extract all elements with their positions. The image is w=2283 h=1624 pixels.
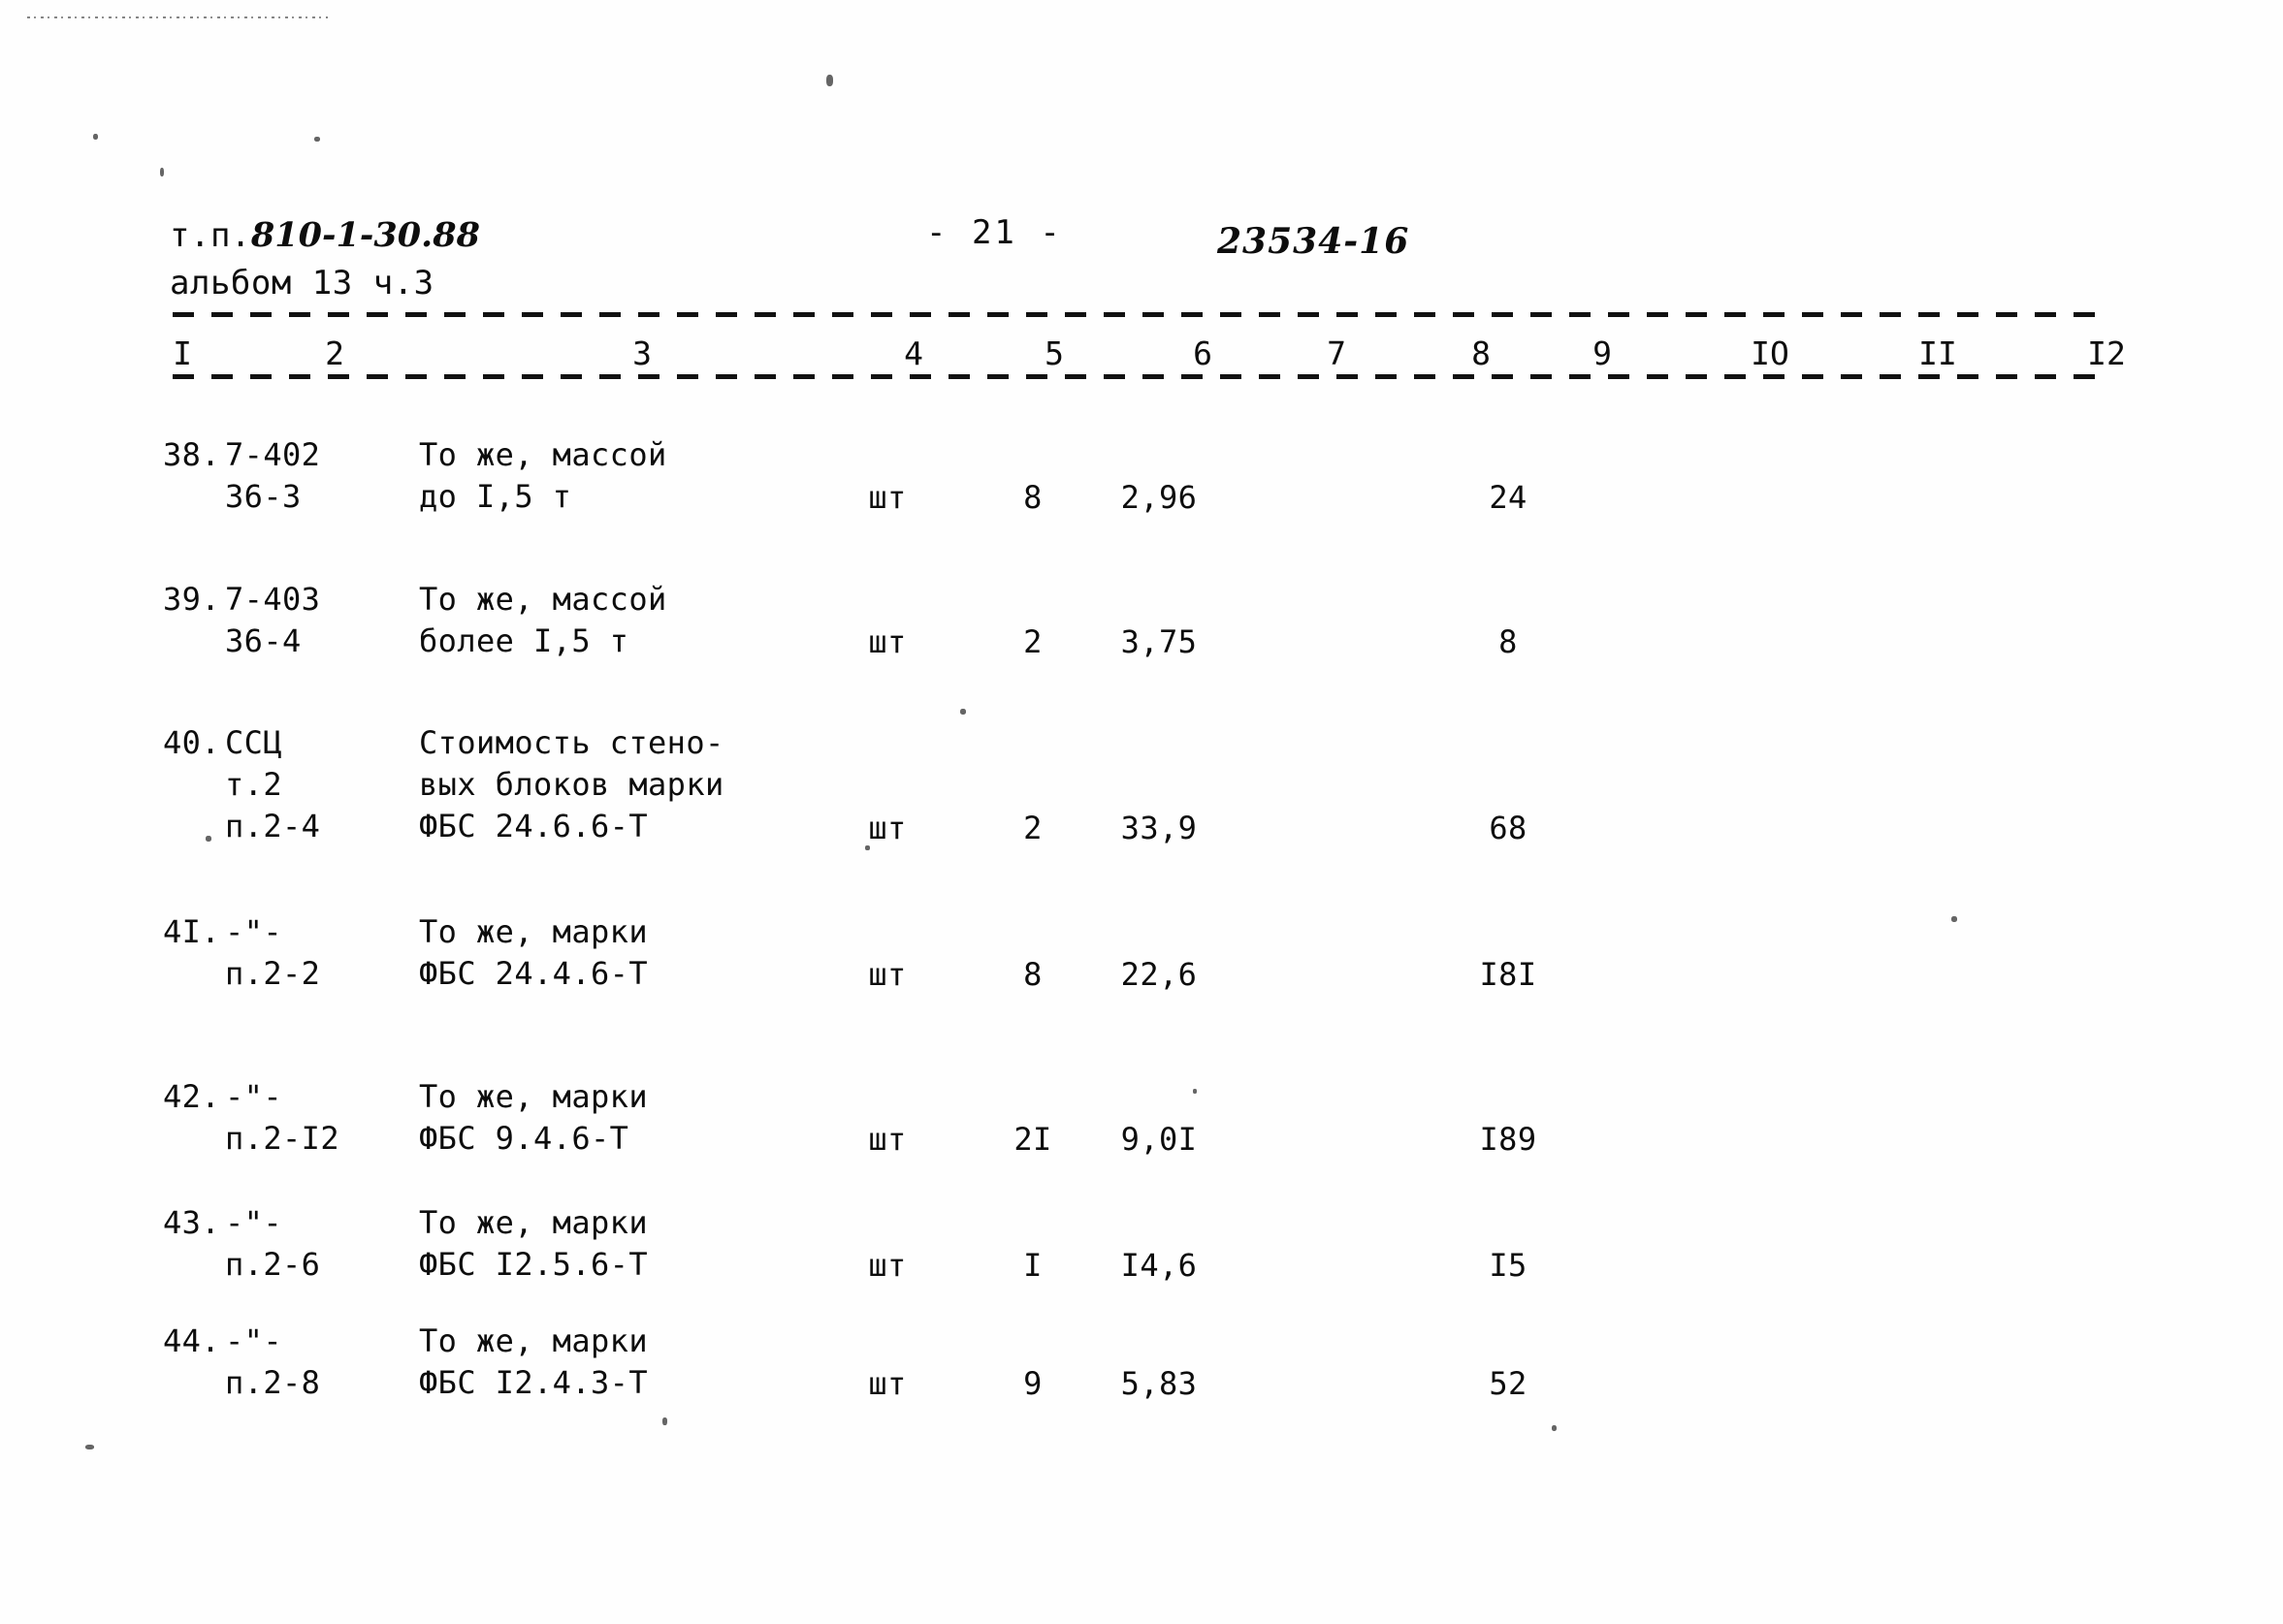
row-unit: шт — [868, 1247, 907, 1284]
type-code: 810-1-30.88 — [250, 215, 480, 255]
row-total-cost: I89 — [1479, 1121, 1537, 1158]
scan-speck — [85, 1445, 94, 1449]
row-unit: шт — [868, 956, 907, 993]
row-unit: шт — [868, 1121, 907, 1158]
row-source-code: -"- п.2-6 — [225, 1204, 321, 1283]
type-label: т.п. — [170, 216, 251, 255]
row-number: 44. — [163, 1322, 220, 1359]
scanned-page: т.п.810-1-30.88 альбом 13 ч.3 - 21 - 235… — [0, 0, 2283, 1624]
column-number-1: I — [173, 334, 192, 372]
table-rule-top — [173, 312, 2107, 317]
row-source-code: -"- п.2-2 — [225, 913, 321, 992]
page-number-marker: - 21 - — [926, 213, 1063, 252]
row-total-cost: I8I — [1479, 956, 1537, 993]
album-line: альбом 13 ч.3 — [170, 263, 434, 303]
column-number-4: 4 — [904, 334, 923, 372]
row-quantity: 8 — [1023, 956, 1043, 993]
row-unit: шт — [868, 479, 907, 516]
row-total-cost: 52 — [1489, 1365, 1527, 1402]
row-description: То же, массой более I,5 т — [419, 581, 667, 659]
row-total-cost: I5 — [1489, 1247, 1527, 1284]
column-number-11: II — [1918, 334, 1957, 372]
row-number: 42. — [163, 1078, 220, 1115]
row-total-cost: 68 — [1489, 810, 1527, 846]
row-number: 39. — [163, 581, 220, 618]
scan-speck — [93, 134, 98, 140]
row-quantity: 9 — [1023, 1365, 1043, 1402]
column-number-2: 2 — [325, 334, 344, 372]
row-unit-price: 5,83 — [1120, 1365, 1198, 1402]
row-unit: шт — [868, 810, 907, 846]
column-number-3: 3 — [632, 334, 652, 372]
row-unit-price: 22,6 — [1120, 956, 1198, 993]
row-number: 4I. — [163, 913, 220, 950]
row-quantity: 2 — [1023, 623, 1043, 660]
row-unit-price: 2,96 — [1120, 479, 1198, 516]
row-quantity: I — [1023, 1247, 1043, 1284]
column-number-6: 6 — [1193, 334, 1212, 372]
archive-code: 23534-16 — [1217, 221, 1410, 262]
column-number-5: 5 — [1045, 334, 1064, 372]
row-source-code: ССЦ т.2 п.2-4 — [225, 724, 321, 844]
column-number-12: I2 — [2087, 334, 2126, 372]
row-unit-price: 3,75 — [1120, 623, 1198, 660]
column-number-7: 7 — [1327, 334, 1346, 372]
row-unit-price: 33,9 — [1120, 810, 1198, 846]
table-column-number-row: I 2 3 4 5 6 7 8 9 IO II I2 — [0, 334, 2283, 375]
scan-edge-artifact — [27, 16, 328, 18]
scan-speck — [1552, 1425, 1557, 1431]
row-total-cost: 8 — [1498, 623, 1518, 660]
row-quantity: 2 — [1023, 810, 1043, 846]
column-number-8: 8 — [1471, 334, 1491, 372]
row-description: То же, марки ФБС 9.4.6-Т — [419, 1078, 648, 1157]
scan-speck — [206, 836, 211, 842]
row-unit: шт — [868, 623, 907, 660]
document-header-left: т.п.810-1-30.88 альбом 13 ч.3 — [170, 211, 480, 306]
row-description: Стоимость стено- вых блоков марки ФБС 24… — [419, 724, 724, 844]
scan-speck — [1193, 1089, 1197, 1094]
row-source-code: -"- п.2-8 — [225, 1322, 321, 1401]
row-source-code: -"- п.2-I2 — [225, 1078, 339, 1157]
row-quantity: 8 — [1023, 479, 1043, 516]
row-number: 40. — [163, 724, 220, 761]
row-description: То же, марки ФБС 24.4.6-Т — [419, 913, 648, 992]
row-description: То же, марки ФБС I2.4.3-Т — [419, 1322, 648, 1401]
row-description: То же, марки ФБС I2.5.6-Т — [419, 1204, 648, 1283]
scan-speck — [826, 75, 833, 86]
row-quantity: 2I — [1013, 1121, 1052, 1158]
column-number-10: IO — [1751, 334, 1789, 372]
row-source-code: 7-402 36-3 — [225, 436, 321, 515]
row-source-code: 7-403 36-4 — [225, 581, 321, 659]
scan-speck — [160, 168, 164, 176]
row-unit-price: 9,0I — [1120, 1121, 1198, 1158]
row-number: 38. — [163, 436, 220, 473]
row-description: То же, массой до I,5 т — [419, 436, 667, 515]
scan-speck — [960, 709, 966, 715]
scan-speck — [1951, 916, 1957, 922]
row-unit-price: I4,6 — [1120, 1247, 1198, 1284]
row-total-cost: 24 — [1489, 479, 1527, 516]
scan-speck — [662, 1417, 667, 1425]
row-number: 43. — [163, 1204, 220, 1241]
scan-speck — [314, 137, 320, 142]
column-number-9: 9 — [1592, 334, 1612, 372]
row-unit: шт — [868, 1365, 907, 1402]
